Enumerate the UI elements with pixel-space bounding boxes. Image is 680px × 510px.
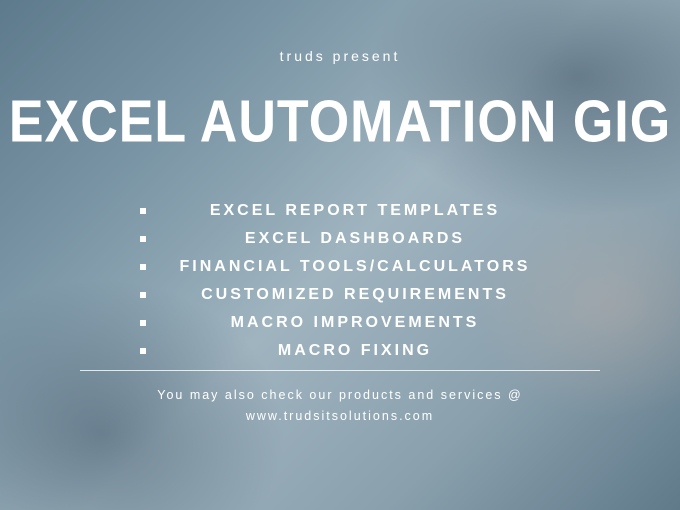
list-item: EXCEL REPORT TEMPLATES xyxy=(140,202,540,220)
list-item: FINANCIAL TOOLS/CALCULATORS xyxy=(140,258,540,276)
list-item: EXCEL DASHBOARDS xyxy=(140,230,540,248)
list-item-label: EXCEL REPORT TEMPLATES xyxy=(170,202,540,220)
list-item: MACRO FIXING xyxy=(140,342,540,360)
footer-line-1: You may also check our products and serv… xyxy=(157,385,522,406)
bullet-icon xyxy=(140,236,146,242)
list-item-label: FINANCIAL TOOLS/CALCULATORS xyxy=(170,258,540,276)
list-item: CUSTOMIZED REQUIREMENTS xyxy=(140,286,540,304)
list-item-label: EXCEL DASHBOARDS xyxy=(170,230,540,248)
main-title: EXCEL AUTOMATION GIG xyxy=(9,88,671,157)
list-item-label: MACRO IMPROVEMENTS xyxy=(170,314,540,332)
footer-line-2: www.trudsitsolutions.com xyxy=(157,406,522,427)
list-item-label: MACRO FIXING xyxy=(170,342,540,360)
list-item-label: CUSTOMIZED REQUIREMENTS xyxy=(170,286,540,304)
pretitle-text: truds present xyxy=(280,48,401,64)
bullet-icon xyxy=(140,348,146,354)
footer-text: You may also check our products and serv… xyxy=(157,385,522,428)
feature-list: EXCEL REPORT TEMPLATES EXCEL DASHBOARDS … xyxy=(140,202,540,360)
bullet-icon xyxy=(140,264,146,270)
bullet-icon xyxy=(140,320,146,326)
content-overlay: truds present EXCEL AUTOMATION GIG EXCEL… xyxy=(0,0,680,510)
feature-list-container: EXCEL REPORT TEMPLATES EXCEL DASHBOARDS … xyxy=(140,202,540,370)
bullet-icon xyxy=(140,208,146,214)
divider-line xyxy=(80,370,600,371)
promo-card: truds present EXCEL AUTOMATION GIG EXCEL… xyxy=(0,0,680,510)
list-item: MACRO IMPROVEMENTS xyxy=(140,314,540,332)
bullet-icon xyxy=(140,292,146,298)
